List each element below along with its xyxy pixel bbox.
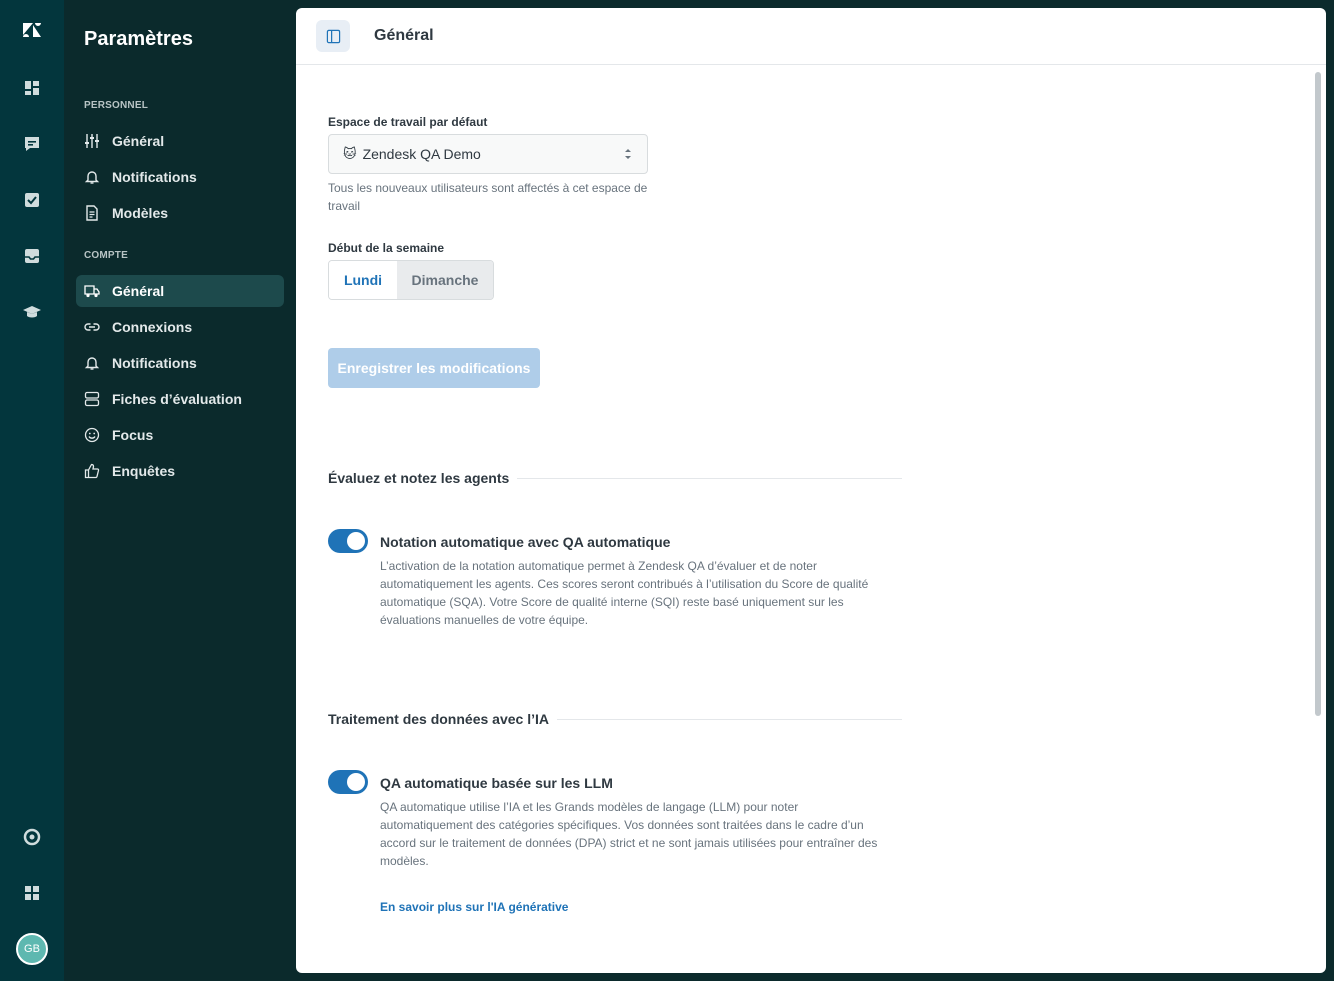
auto-scoring-title: Notation automatique avec QA automatique xyxy=(380,534,671,550)
nav-item-personal-templates[interactable]: Modèles xyxy=(76,197,284,229)
nav-item-account-scorecards[interactable]: Fiches d’évaluation xyxy=(76,383,284,415)
week-start-label: Début de la semaine xyxy=(328,241,445,255)
coaching-icon[interactable] xyxy=(16,296,48,328)
sliders-icon xyxy=(84,133,100,149)
conversations-icon[interactable] xyxy=(16,128,48,160)
auto-scoring-description: L’activation de la notation automatique … xyxy=(380,559,869,627)
thumbs-up-icon xyxy=(84,463,100,479)
truck-icon xyxy=(84,283,100,299)
nav-item-label: Modèles xyxy=(112,205,169,221)
dashboard-icon[interactable] xyxy=(16,72,48,104)
llm-autoqa-toggle[interactable] xyxy=(328,770,368,794)
divider xyxy=(556,718,902,720)
inbox-icon[interactable] xyxy=(16,240,48,272)
link-icon xyxy=(84,319,100,335)
settings-nav: Paramètres PERSONNEL Général Notificatio… xyxy=(64,0,296,981)
tasks-icon[interactable] xyxy=(16,184,48,216)
week-start-segmented-control: Lundi Dimanche xyxy=(328,260,494,300)
nav-item-account-connections[interactable]: Connexions xyxy=(76,311,284,343)
section-agents-heading: Évaluez et notez les agents xyxy=(328,470,902,486)
nav-item-label: Fiches d’évaluation xyxy=(112,391,242,407)
nav-item-label: Notifications xyxy=(112,169,197,185)
nav-item-account-general[interactable]: Général xyxy=(76,275,284,307)
avatar[interactable]: GB xyxy=(16,933,48,965)
scrollbar[interactable] xyxy=(1315,72,1321,716)
nav-section-personal: PERSONNEL xyxy=(84,100,149,111)
nav-section-account: COMPTE xyxy=(84,250,128,261)
main-panel: Général Espace de travail par défaut 🐱 Z… xyxy=(296,8,1326,973)
nav-item-label: Général xyxy=(112,133,165,149)
nav-title: Paramètres xyxy=(84,28,193,50)
nav-item-account-focus[interactable]: Focus xyxy=(76,419,284,451)
nav-item-label: Notifications xyxy=(112,355,197,371)
nav-item-account-notifications[interactable]: Notifications xyxy=(76,347,284,379)
document-icon xyxy=(84,205,100,221)
workspace-select[interactable]: 🐱 Zendesk QA Demo xyxy=(328,134,648,174)
nav-item-personal-general[interactable]: Général xyxy=(76,125,284,157)
page-header: Général xyxy=(296,8,1326,65)
nav-item-label: Enquêtes xyxy=(112,463,176,479)
nav-item-account-surveys[interactable]: Enquêtes xyxy=(76,455,284,487)
apps-grid-icon[interactable] xyxy=(16,877,48,909)
select-arrows-icon xyxy=(625,149,631,159)
workspace-value: Zendesk QA Demo xyxy=(362,146,481,162)
help-icon[interactable] xyxy=(16,821,48,853)
nav-item-label: Général xyxy=(112,283,165,299)
icon-rail: GB xyxy=(0,0,64,981)
week-start-sunday[interactable]: Dimanche xyxy=(397,261,493,299)
workspace-emoji: 🐱 xyxy=(343,146,357,161)
section-ai-title: Traitement des données avec l’IA xyxy=(328,711,549,727)
zendesk-logo-icon[interactable] xyxy=(16,14,48,46)
save-button[interactable]: Enregistrer les modifications xyxy=(328,348,540,388)
bell-icon xyxy=(84,355,100,371)
bell-icon xyxy=(84,169,100,185)
smiley-icon xyxy=(84,427,100,443)
divider xyxy=(517,477,902,479)
week-start-monday[interactable]: Lundi xyxy=(329,261,397,299)
llm-autoqa-title: QA automatique basée sur les LLM xyxy=(380,775,613,791)
scorecard-icon xyxy=(84,391,100,407)
sidebar-icon xyxy=(326,29,340,43)
toggle-knob xyxy=(347,773,365,791)
toggle-knob xyxy=(347,532,365,550)
learn-more-link[interactable]: En savoir plus sur l'IA générative xyxy=(380,900,568,914)
nav-item-label: Focus xyxy=(112,427,154,443)
toggle-sidebar-button[interactable] xyxy=(316,20,350,52)
auto-scoring-toggle[interactable] xyxy=(328,529,368,553)
nav-item-personal-notifications[interactable]: Notifications xyxy=(76,161,284,193)
section-ai-heading: Traitement des données avec l’IA xyxy=(328,711,902,727)
section-agents-title: Évaluez et notez les agents xyxy=(328,470,510,486)
llm-autoqa-description: QA automatique utilise l’IA et les Grand… xyxy=(380,800,878,868)
workspace-label: Espace de travail par défaut xyxy=(328,115,488,129)
workspace-hint: Tous les nouveaux utilisateurs sont affe… xyxy=(328,181,648,213)
page-title: Général xyxy=(374,27,434,44)
nav-item-label: Connexions xyxy=(112,319,193,335)
